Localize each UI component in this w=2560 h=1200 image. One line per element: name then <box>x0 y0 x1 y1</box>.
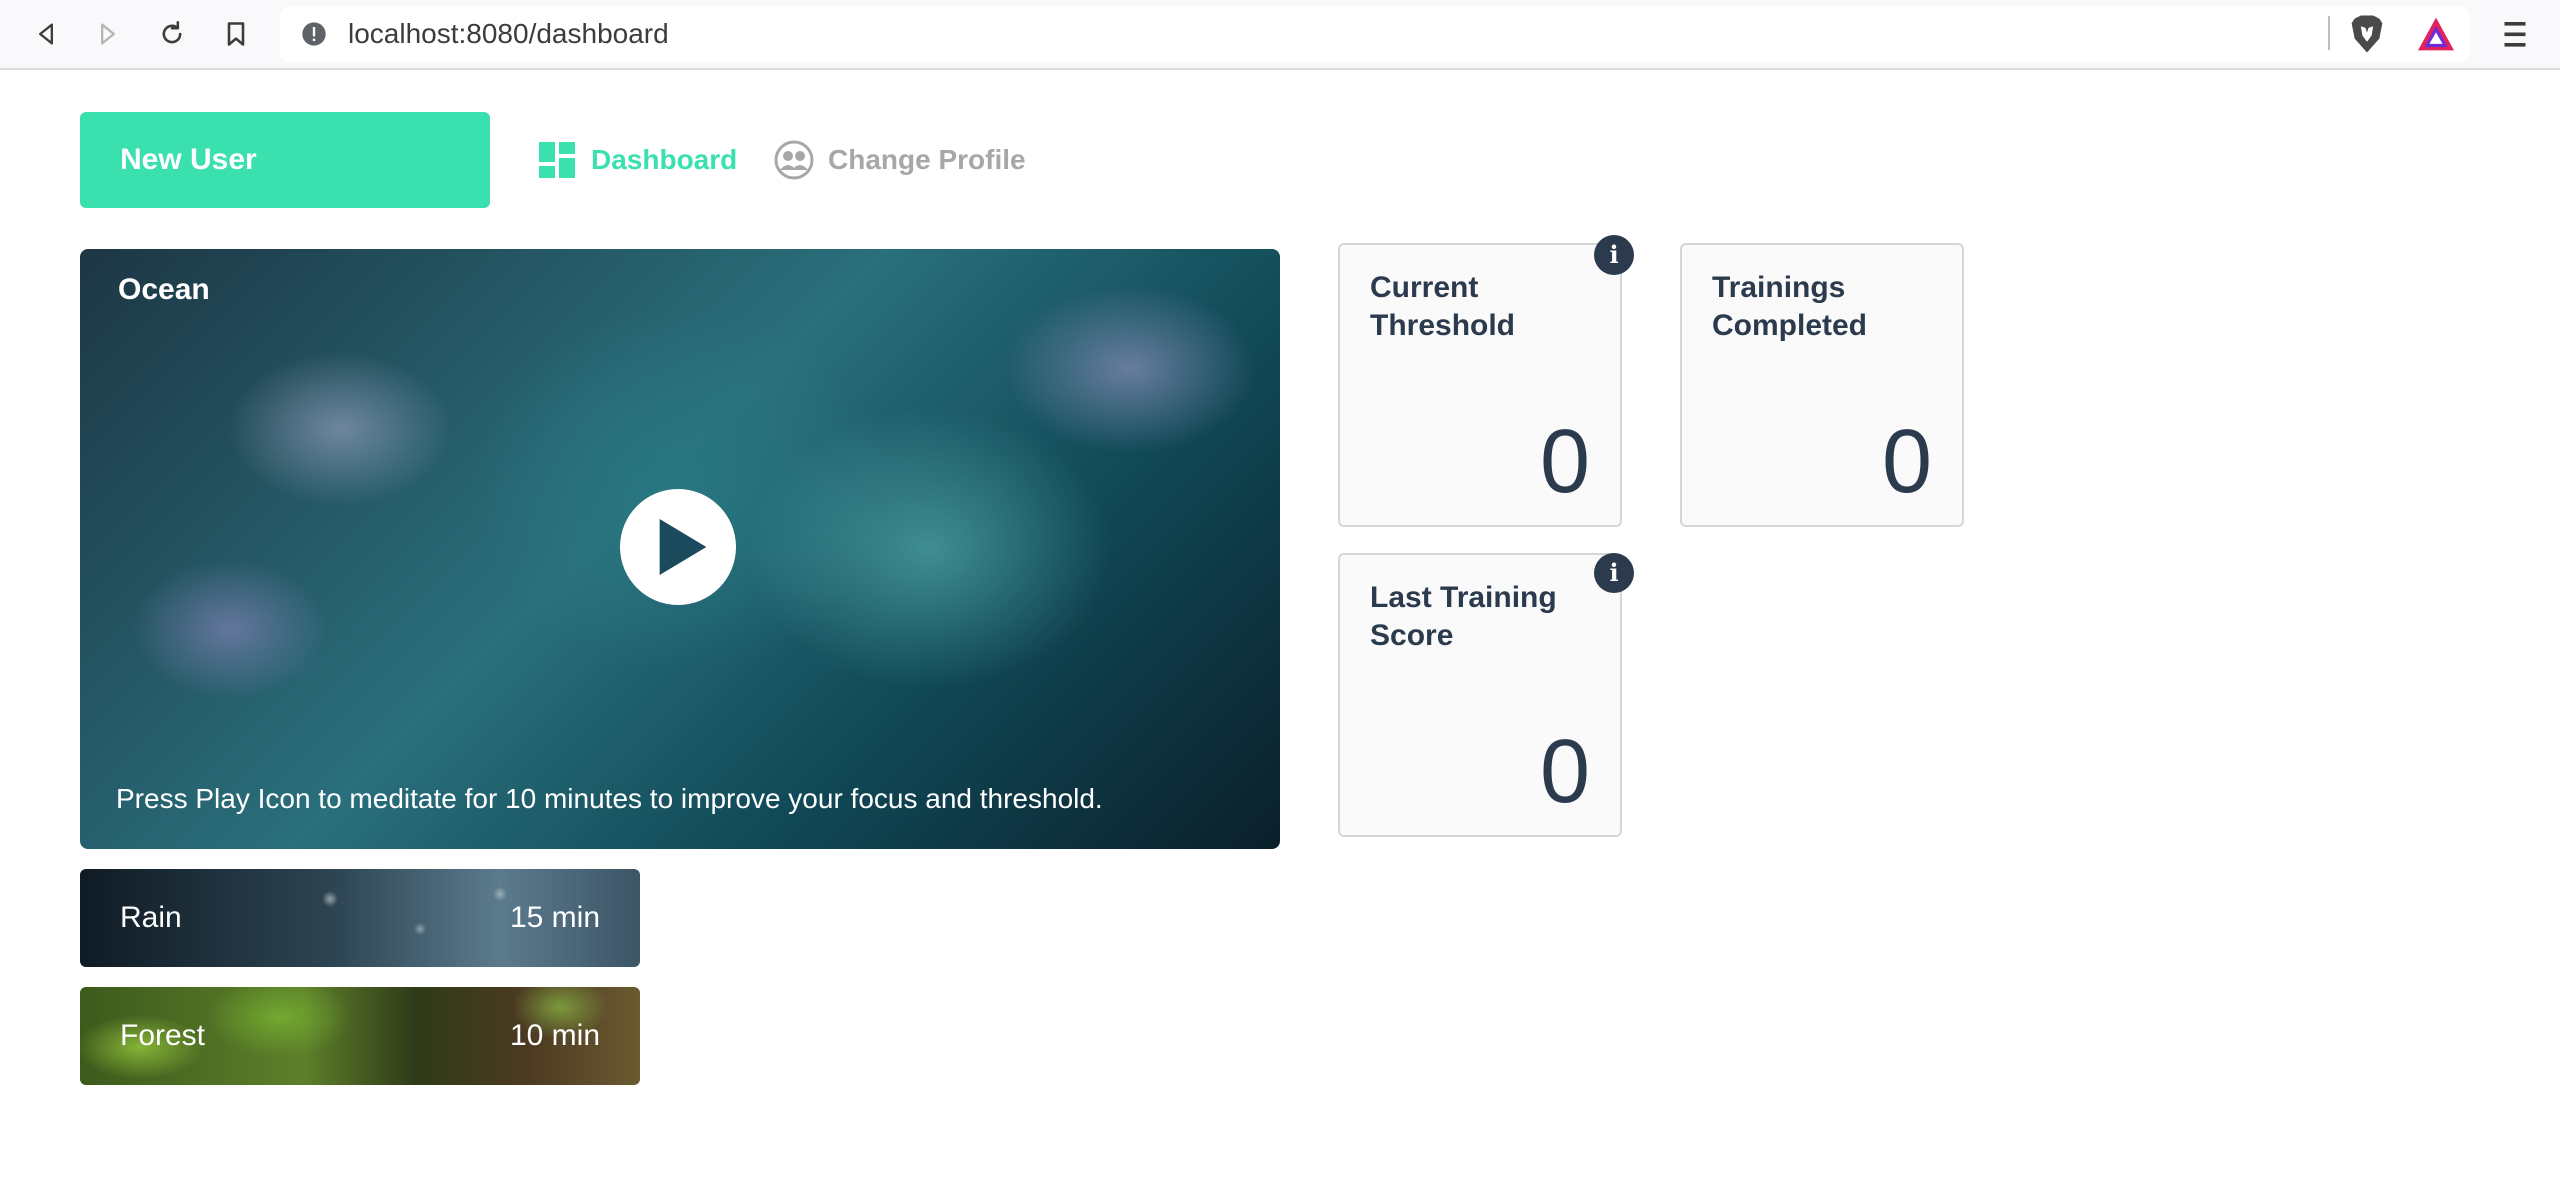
dashboard-icon <box>539 142 575 178</box>
track-name: Rain <box>120 901 182 934</box>
play-button[interactable] <box>620 489 736 605</box>
menu-icon[interactable] <box>2500 16 2530 52</box>
stat-label: Trainings Completed <box>1712 271 1868 342</box>
back-icon <box>39 23 53 45</box>
profile-icon <box>774 140 814 180</box>
brave-shields-icon[interactable] <box>2348 14 2386 54</box>
stat-value: 0 <box>1539 412 1590 512</box>
stat-value: 0 <box>1881 412 1932 512</box>
play-icon <box>659 519 707 575</box>
forward-icon <box>101 23 116 45</box>
track-name: Forest <box>120 1019 206 1052</box>
reload-button[interactable] <box>152 14 192 54</box>
stat-value: 0 <box>1539 722 1590 822</box>
forward-button[interactable] <box>88 14 128 54</box>
track-forest[interactable]: Forest 10 min <box>80 987 640 1085</box>
player-caption: Press Play Icon to meditate for 10 minut… <box>116 783 1103 814</box>
new-user-button[interactable]: New User <box>80 112 490 208</box>
track-duration: 10 min <box>509 1019 600 1052</box>
meditation-player: Ocean Press Play Icon to meditate for 10… <box>80 249 1280 849</box>
nav-dashboard[interactable]: Dashboard <box>537 138 737 182</box>
player-title: Ocean <box>118 273 210 306</box>
reload-icon <box>162 21 182 44</box>
back-button[interactable] <box>26 14 66 54</box>
url-text[interactable]: localhost:8080/dashboard <box>348 20 669 48</box>
nav-dashboard-label: Dashboard <box>591 144 738 175</box>
browser-toolbar: localhost:8080/dashboard <box>0 0 2560 70</box>
bookmark-icon <box>227 22 245 46</box>
nav-change-profile-label: Change Profile <box>828 144 1026 175</box>
info-icon[interactable]: i <box>1594 235 1634 275</box>
nav-change-profile[interactable]: Change Profile <box>774 138 1026 182</box>
stat-label: Last Training Score <box>1370 581 1557 652</box>
address-bar[interactable]: localhost:8080/dashboard <box>280 6 2470 62</box>
bookmark-button[interactable] <box>216 14 256 54</box>
site-info-icon[interactable] <box>300 20 328 48</box>
stat-last-training-score: Last Training Score 0 <box>1338 553 1622 837</box>
stat-label: Current Threshold <box>1370 271 1516 342</box>
stat-trainings-completed: Trainings Completed 0 <box>1680 243 1964 527</box>
brave-rewards-icon[interactable] <box>2416 16 2456 52</box>
info-icon[interactable]: i <box>1594 553 1634 593</box>
stat-current-threshold: Current Threshold 0 <box>1338 243 1622 527</box>
toolbar-divider <box>2328 16 2330 50</box>
track-duration: 15 min <box>509 901 600 934</box>
track-rain[interactable]: Rain 15 min <box>80 869 640 967</box>
